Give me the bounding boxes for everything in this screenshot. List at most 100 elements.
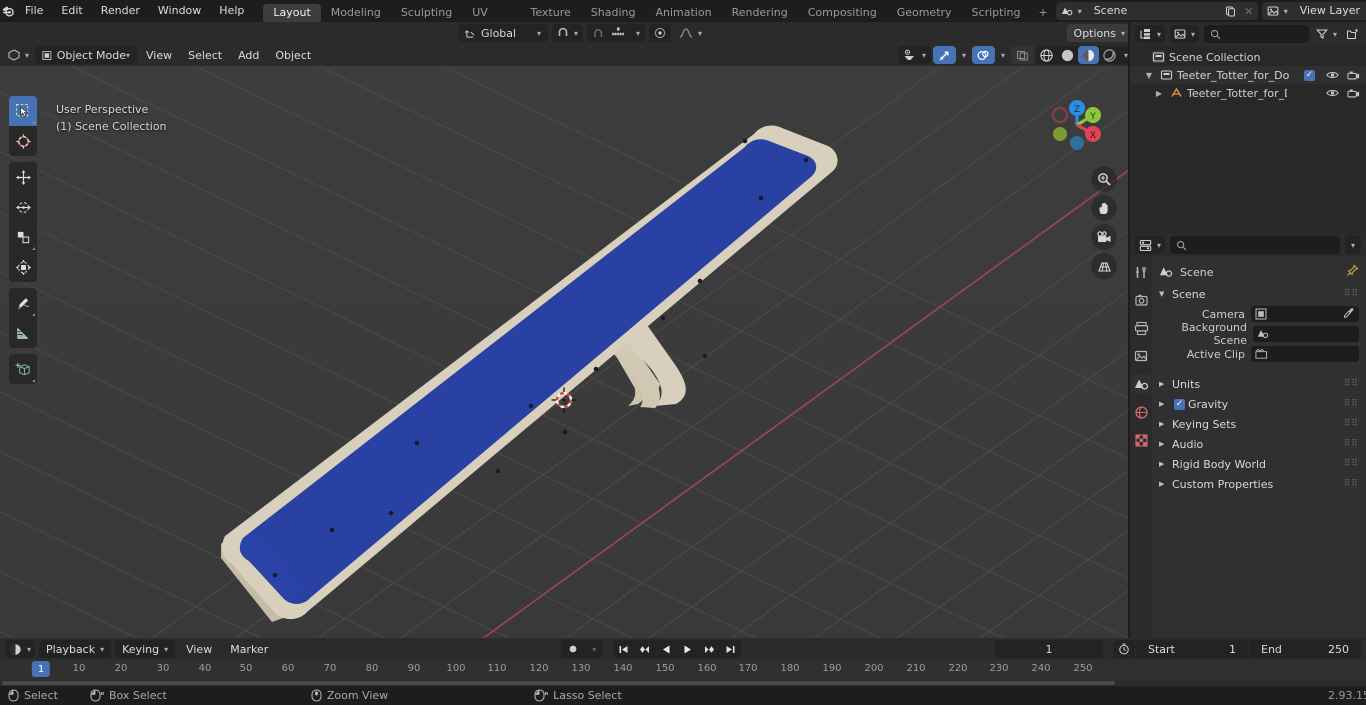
outliner-scene-filter-dropdown[interactable]: ▾ (1170, 25, 1200, 43)
eyedropper-icon[interactable] (1343, 307, 1355, 322)
timeline-ruler[interactable]: 10 20 30 40 50 60 70 80 90 100 110 120 1… (0, 660, 1366, 680)
toggle-perspective-button[interactable] (1091, 253, 1117, 279)
use-preview-range-button[interactable] (1113, 640, 1135, 658)
outliner-tree[interactable]: Scene Collection ▼ Teeter_Totter_for_Dog… (1130, 46, 1366, 234)
properties-search-input[interactable] (1170, 236, 1340, 254)
proportional-falloff-dropdown[interactable]: ▾ (675, 24, 706, 42)
panel-header-custom-properties[interactable]: ▶ Custom Properties ⠿⠿ (1152, 474, 1366, 494)
outliner-row-collection[interactable]: ▼ Teeter_Totter_for_Dog_Park_E ✓ (1130, 66, 1366, 84)
object-mode-dropdown[interactable]: Object Mode ▾ (35, 46, 138, 64)
start-frame-field[interactable]: Start 1 (1136, 640, 1248, 658)
tweak-tool[interactable] (9, 96, 37, 126)
tab-modeling[interactable]: Modeling (321, 4, 391, 22)
properties-options-dropdown[interactable]: ▾ (1344, 236, 1361, 254)
tab-geometry-nodes[interactable]: Geometry Nodes (887, 4, 962, 37)
viewport-menu-add[interactable]: Add (231, 46, 266, 64)
scale-tool[interactable] (9, 222, 37, 252)
timeline-editor[interactable]: ▾ Playback ▾ Keying ▾ View Marker ▾ 1 St… (0, 638, 1366, 686)
viewport-menu-view[interactable]: View (139, 46, 179, 64)
timeline-scrollbar-thumb[interactable] (2, 681, 1115, 685)
viewport-menu-object[interactable]: Object (268, 46, 318, 64)
view-layer-name-field[interactable]: View Layer (1291, 2, 1366, 20)
properties-tab-view-layer[interactable] (1131, 346, 1151, 366)
properties-editor-type-dropdown[interactable]: ▾ (1135, 236, 1166, 254)
outliner-editor[interactable]: ▾ ▾ ▾ Scene Collection ▼ Teeter_Totter_f… (1130, 22, 1366, 234)
viewport-menu-select[interactable]: Select (181, 46, 229, 64)
rotate-tool[interactable] (9, 192, 37, 222)
timeline-menu-marker[interactable]: Marker (223, 640, 275, 658)
view-layer-datablock[interactable]: ▾ View Layer ✕ (1261, 2, 1366, 20)
shading-dropdown[interactable]: ▾ (1120, 46, 1128, 64)
end-frame-field[interactable]: End 250 (1249, 640, 1361, 658)
add-cube-tool[interactable] (9, 354, 37, 384)
scene-name-field[interactable]: Scene (1085, 2, 1222, 20)
blender-logo-icon[interactable] (0, 0, 16, 22)
tab-sculpting[interactable]: Sculpting (391, 4, 462, 22)
gizmo-dropdown[interactable]: ▾ (958, 46, 970, 64)
new-scene-icon[interactable] (1221, 2, 1240, 20)
move-view-button[interactable] (1091, 195, 1117, 221)
camera-view-button[interactable] (1091, 224, 1117, 250)
jump-to-end-button[interactable] (720, 640, 741, 658)
panel-header-audio[interactable]: ▶ Audio ⠿⠿ (1152, 434, 1366, 454)
wireframe-shading-button[interactable] (1036, 46, 1057, 64)
properties-tab-texture[interactable] (1131, 430, 1151, 450)
eye-icon[interactable] (1326, 88, 1339, 98)
properties-tab-tool[interactable] (1131, 262, 1151, 282)
tab-rendering[interactable]: Rendering (722, 4, 798, 22)
tab-layout[interactable]: Layout (263, 4, 321, 22)
annotate-tool[interactable] (9, 288, 37, 318)
eye-icon[interactable] (1326, 70, 1339, 80)
menu-window[interactable]: Window (149, 0, 210, 22)
play-reverse-button[interactable] (656, 640, 677, 658)
current-frame-field[interactable]: 1 (995, 640, 1103, 658)
tab-compositing[interactable]: Compositing (798, 4, 887, 22)
overlays-toggle[interactable] (971, 46, 995, 64)
rendered-shading-button[interactable] (1099, 46, 1120, 64)
outliner-row-object[interactable]: ▶ Teeter_Totter_for_Dog_Pa (1130, 84, 1366, 102)
outliner-display-mode-dropdown[interactable]: ▾ (1135, 25, 1166, 43)
prev-keyframe-button[interactable] (634, 640, 656, 658)
tab-animation[interactable]: Animation (645, 4, 721, 22)
tab-scripting[interactable]: Scripting (962, 4, 1031, 22)
properties-editor[interactable]: ▾ ▾ Scene ▼ Scene ⠿⠿ Camera Background S… (1130, 234, 1366, 644)
timeline-editor-type-dropdown[interactable]: ▾ (5, 640, 36, 658)
overlays-dropdown[interactable]: ▾ (997, 46, 1009, 64)
menu-file[interactable]: File (16, 0, 52, 22)
snap-dropdown[interactable]: ▾ (552, 24, 584, 42)
background-scene-value-field[interactable] (1253, 326, 1359, 342)
auto-keying-dropdown[interactable]: ▾ (585, 640, 603, 658)
camera-value-field[interactable] (1251, 306, 1359, 322)
gizmo-toggle[interactable] (932, 46, 956, 64)
move-tool[interactable] (9, 162, 37, 192)
active-clip-value-field[interactable] (1251, 346, 1359, 362)
scene-icon[interactable]: ▾ (1055, 2, 1086, 20)
tab-uv-editing[interactable]: UV Editing (462, 4, 520, 37)
auto-keying-toggle[interactable] (561, 640, 585, 658)
menu-render[interactable]: Render (92, 0, 149, 22)
properties-tab-scene[interactable] (1131, 374, 1151, 394)
gravity-checkbox[interactable]: ✓ (1174, 398, 1185, 410)
transform-orientation-dropdown[interactable]: Global ▾ (458, 24, 548, 42)
panel-header-units[interactable]: ▶ Units ⠿⠿ (1152, 374, 1366, 394)
zoom-view-button[interactable] (1091, 166, 1117, 192)
jump-to-start-button[interactable] (613, 640, 634, 658)
view-layer-icon[interactable]: ▾ (1261, 2, 1292, 20)
tab-texture-paint[interactable]: Texture Paint (521, 4, 581, 37)
disclosure-triangle-closed[interactable]: ▶ (1154, 89, 1164, 98)
outliner-search-input[interactable] (1204, 25, 1309, 43)
add-workspace-button[interactable]: + (1030, 4, 1055, 22)
timeline-menu-keying[interactable]: Keying ▾ (115, 640, 176, 658)
panel-header-scene[interactable]: ▼ Scene ⠿⠿ (1152, 284, 1366, 304)
menu-edit[interactable]: Edit (52, 0, 91, 22)
properties-tab-render[interactable] (1131, 290, 1151, 310)
play-button[interactable] (677, 640, 698, 658)
panel-header-rigid-body-world[interactable]: ▶ Rigid Body World ⠿⠿ (1152, 454, 1366, 474)
editor-type-button[interactable]: ▾ (4, 46, 33, 64)
outliner-filter-dropdown[interactable]: ▾ (1314, 25, 1339, 43)
outliner-row-scene-collection[interactable]: Scene Collection (1130, 48, 1366, 66)
camera-icon[interactable] (1347, 70, 1360, 81)
3d-viewport[interactable]: Global ▾ ▾ ▾ ▾ Options ▾ ▾ Object Mode ▾… (0, 22, 1128, 638)
pin-icon[interactable] (1346, 264, 1359, 280)
material-preview-shading-button[interactable] (1077, 46, 1099, 64)
